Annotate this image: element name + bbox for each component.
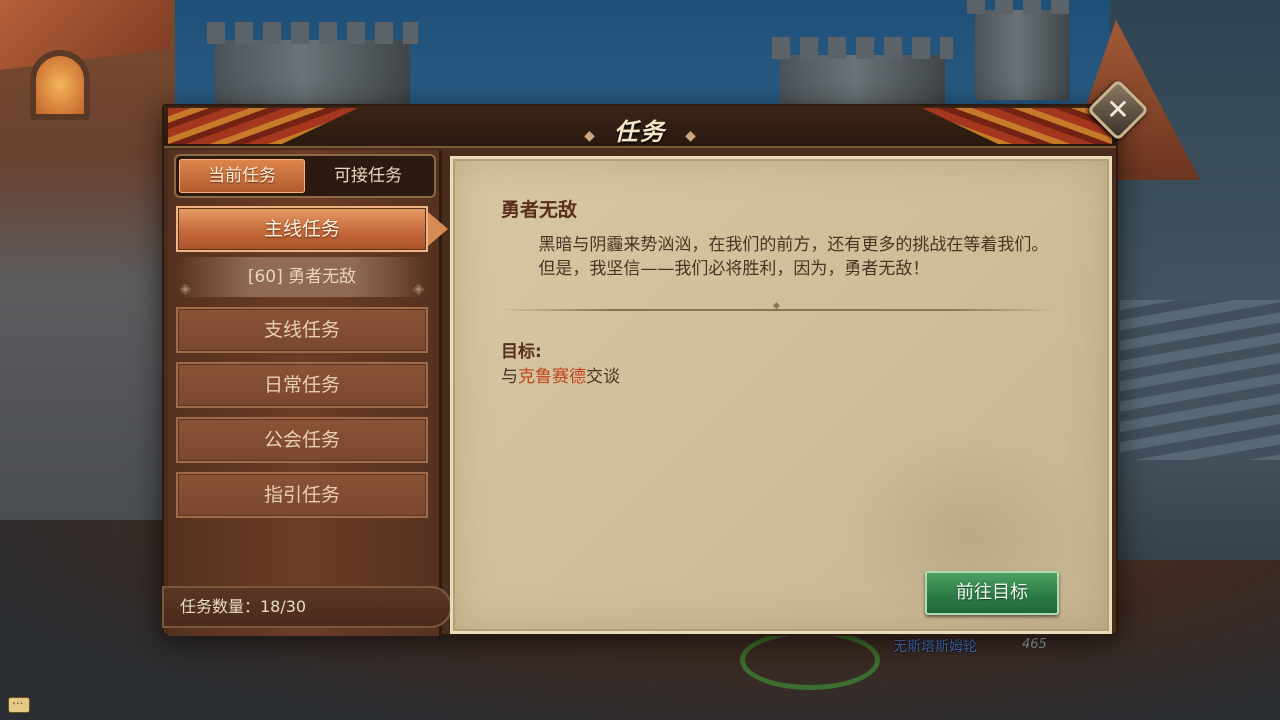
tab-current-quests[interactable]: 当前任务 (179, 159, 305, 193)
goal-prefix: 与 (501, 367, 518, 387)
goal-suffix: 交谈 (586, 367, 620, 387)
quest-category-menu: 主线任务 ◈ [60] 勇者无敌 ◈ 支线任务 日常任务 公会任务 指引任务 (176, 206, 448, 527)
stone-stairs (1120, 300, 1280, 460)
goal-label: 目标: (501, 342, 542, 362)
section-divider (501, 301, 1057, 311)
npc-level-label: 465 (1022, 637, 1047, 652)
quest-list-item-label: [60] 勇者无敌 (247, 267, 357, 287)
quest-description: 黑暗与阴霾来势汹汹，在我们的前方，还有更多的挑战在等着我们。 但是，我坚信——我… (501, 233, 1061, 281)
building-left (0, 0, 175, 520)
lit-window (30, 50, 90, 120)
castle-tower-left (207, 22, 418, 110)
player-selection-ring (740, 630, 880, 690)
roof (0, 0, 170, 70)
quest-tabs: 当前任务 可接任务 (174, 154, 436, 198)
quest-detail-panel: 勇者无敌 黑暗与阴霾来势汹汹，在我们的前方，还有更多的挑战在等着我们。 但是，我… (450, 156, 1112, 634)
menu-item-daily-quests[interactable]: 日常任务 (176, 362, 428, 408)
npc-name-label[interactable]: 无斯塔斯姆轮 (893, 636, 977, 656)
menu-item-branch-quests[interactable]: 支线任务 (176, 307, 428, 353)
diamond-right-icon: ◈ (413, 281, 424, 297)
goto-target-button[interactable]: 前往目标 (925, 571, 1059, 615)
castle-tower-right (967, 0, 1078, 100)
menu-item-guide-quests[interactable]: 指引任务 (176, 472, 428, 518)
tab-available-quests[interactable]: 可接任务 (305, 159, 431, 193)
quest-description-paragraph-1: 黑暗与阴霾来势汹汹，在我们的前方，还有更多的挑战在等着我们。 (538, 235, 1049, 255)
dialog-title-bar: ◆ 任务 ◆ (164, 106, 1116, 148)
chat-icon[interactable] (8, 693, 30, 713)
title-deco-left-icon: ◆ (584, 127, 595, 144)
close-icon: ✕ (1106, 93, 1130, 126)
goal-text: 与克鲁赛德交谈 (501, 362, 620, 387)
title-deco-right-icon: ◆ (685, 127, 696, 144)
castle-tower-middle (772, 37, 953, 110)
quest-list-item[interactable]: ◈ [60] 勇者无敌 ◈ (176, 257, 428, 297)
menu-item-guild-quests[interactable]: 公会任务 (176, 417, 428, 463)
quest-category-panel: 当前任务 可接任务 主线任务 ◈ [60] 勇者无敌 ◈ 支线任务 日常任务 公… (162, 150, 452, 636)
dialog-title: 任务 (614, 118, 666, 146)
menu-item-main-quests[interactable]: 主线任务 (176, 206, 448, 252)
quest-dialog: ◆ 任务 ◆ ✕ 当前任务 可接任务 主线任务 ◈ [60] 勇者无敌 ◈ 支线… (162, 78, 1150, 636)
diamond-left-icon: ◈ (180, 281, 191, 297)
quest-title: 勇者无敌 (501, 199, 578, 221)
quest-description-paragraph-2: 但是，我坚信——我们必将胜利，因为，勇者无敌！ (538, 259, 930, 279)
quest-count: 任务数量：18/30 (162, 586, 452, 628)
goal-npc-link[interactable]: 克鲁赛德 (518, 367, 586, 387)
